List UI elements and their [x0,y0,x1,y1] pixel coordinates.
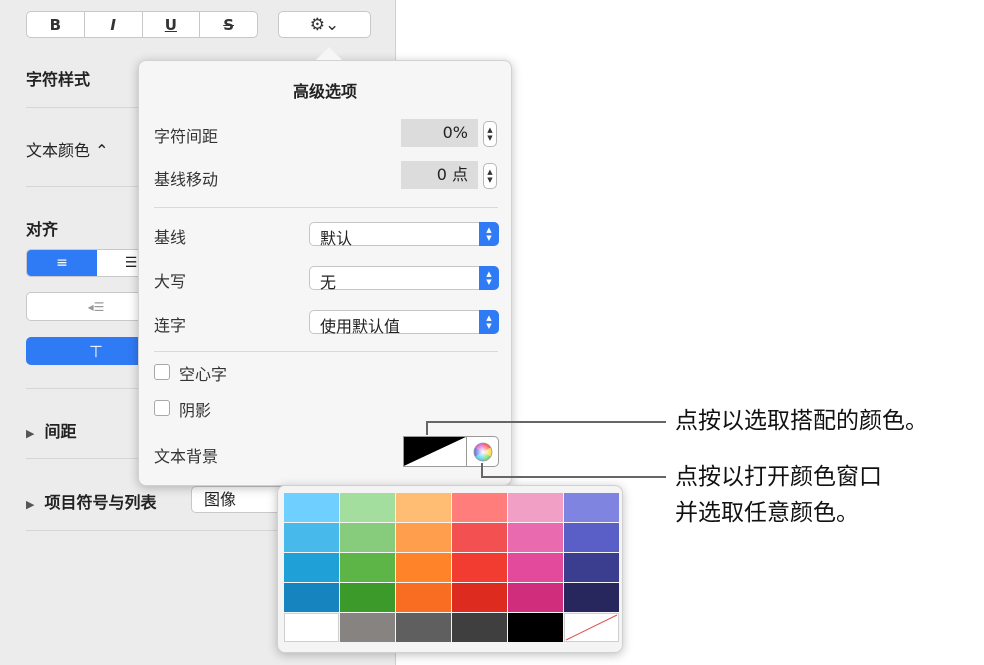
chevron-up-icon: ▲ [487,126,493,134]
color-swatch-grid [284,493,619,642]
color-swatch[interactable] [340,583,395,612]
align-left-button[interactable]: ≡ [27,250,97,276]
outline-label: 空心字 [179,365,228,384]
advanced-options-gear-button[interactable]: ⚙⌄ [278,11,371,38]
color-swatch[interactable] [396,523,451,552]
color-swatch[interactable] [508,583,563,612]
align-top-icon: ⊤ [89,341,103,361]
bullet-type-popup[interactable]: 图像 [191,486,291,513]
text-color-popup[interactable]: 文本颜色 ⌃ [26,137,109,161]
callout-color-window-line1: 点按以打开颜色窗口 [675,464,882,490]
baseline-label: 基线 [154,228,187,247]
char-spacing-label: 字符间距 [154,127,219,146]
color-swatch[interactable] [452,523,507,552]
baseline-value: 默认 [320,229,353,248]
underline-button[interactable]: U [143,12,201,37]
chevron-down-icon: ▼ [487,176,493,184]
align-left-icon: ≡ [56,255,68,271]
strikethrough-button[interactable]: S [200,12,257,37]
char-spacing-stepper[interactable]: ▲ ▼ [483,121,497,147]
color-swatch[interactable] [284,613,339,642]
ligatures-label: 连字 [154,316,187,335]
color-swatch[interactable] [284,583,339,612]
color-swatch[interactable] [340,613,395,642]
outline-checkbox[interactable] [154,364,170,380]
baseline-popup[interactable]: 默认 ▲ ▼ [309,222,499,248]
baseline-shift-stepper[interactable]: ▲ ▼ [483,163,497,189]
char-style-label: 字符样式 [26,70,91,89]
callout-color-window-line2: 并选取任意颜色。 [675,500,859,526]
color-swatch[interactable] [508,493,563,522]
disclosure-triangle-icon: ▶ [26,498,35,511]
text-background-label: 文本背景 [154,447,219,466]
color-swatch[interactable] [284,523,339,552]
color-swatch[interactable] [340,553,395,582]
color-swatch[interactable] [452,583,507,612]
color-swatch[interactable] [564,523,619,552]
text-background-color-well[interactable] [403,436,467,467]
color-swatch[interactable] [564,583,619,612]
bullets-label: 项目符号与列表 [44,493,157,512]
callout-line [426,421,666,423]
shadow-label: 阴影 [179,401,212,420]
color-swatch[interactable] [396,493,451,522]
color-swatch[interactable] [340,523,395,552]
baseline-shift-field[interactable]: 0 点 [401,161,478,189]
caps-popup[interactable]: 无 ▲ ▼ [309,266,499,292]
italic-button[interactable]: I [85,12,143,37]
chevron-down-icon: ▼ [487,134,493,142]
updown-chevron-icon: ▲ ▼ [479,266,499,290]
color-wheel-button[interactable] [467,436,499,467]
disclosure-triangle-icon: ▶ [26,427,35,440]
text-style-button-group: B I U S [26,11,258,38]
color-swatch[interactable] [284,493,339,522]
ligatures-value: 使用默认值 [320,317,401,336]
bold-button[interactable]: B [27,12,85,37]
color-swatch[interactable] [508,613,563,642]
color-swatch[interactable] [452,493,507,522]
align-label: 对齐 [26,220,59,239]
updown-chevron-icon: ▲ ▼ [479,310,499,334]
baseline-shift-label: 基线移动 [154,170,219,189]
callout-line [426,422,428,435]
bullets-disclosure[interactable]: ▶ 项目符号与列表 [26,489,156,513]
color-wheel-icon [473,442,492,461]
divider [154,351,498,352]
color-swatch[interactable] [452,613,507,642]
color-swatch[interactable] [396,613,451,642]
color-swatch[interactable] [452,553,507,582]
color-swatch[interactable] [508,523,563,552]
color-swatch[interactable] [340,493,395,522]
popover-title: 高级选项 [292,82,357,101]
spacing-disclosure[interactable]: ▶ 间距 [26,418,76,442]
shadow-checkbox[interactable] [154,400,170,416]
color-swatch[interactable] [564,493,619,522]
caps-label: 大写 [154,272,187,291]
char-spacing-field[interactable]: 0% [401,119,478,147]
preset-color-palette [277,485,623,653]
color-swatch[interactable] [396,553,451,582]
popover-arrow [316,47,342,60]
indent-icon: ◂☰ [87,299,105,314]
ligatures-popup[interactable]: 使用默认值 ▲ ▼ [309,310,499,336]
color-swatch[interactable] [396,583,451,612]
color-swatch[interactable] [284,553,339,582]
callout-preset-colors: 点按以选取搭配的颜色。 [675,408,928,434]
gear-icon: ⚙⌄ [309,14,340,35]
color-well-swatch-icon [404,437,466,466]
divider [154,207,498,208]
chevron-up-icon: ▲ [487,168,493,176]
updown-chevron-icon: ▲ ▼ [479,222,499,246]
color-swatch[interactable] [564,553,619,582]
spacing-label: 间距 [44,422,77,441]
color-swatch[interactable] [508,553,563,582]
align-center-icon: ☰ [124,255,138,271]
callout-line [481,476,666,478]
caps-value: 无 [320,273,337,292]
no-color-swatch[interactable] [564,613,619,642]
